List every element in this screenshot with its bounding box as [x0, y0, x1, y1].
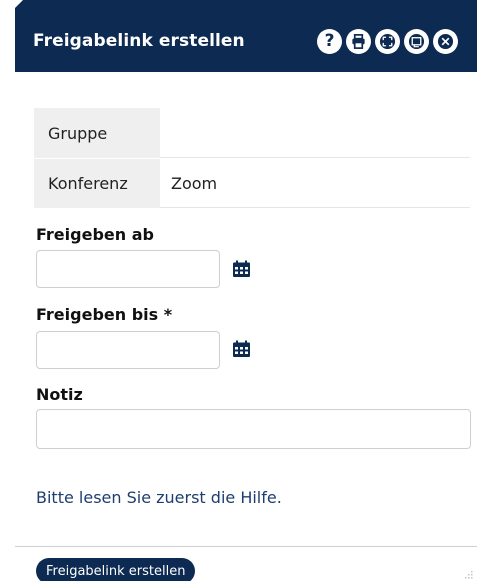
window-icon[interactable]: [404, 29, 429, 54]
note-label: Notiz: [36, 385, 83, 404]
until-date-input[interactable]: [36, 331, 220, 369]
info-label: Konferenz: [34, 159, 160, 208]
print-icon[interactable]: [346, 29, 371, 54]
window-icon-graphic: [408, 33, 425, 50]
help-icon[interactable]: ?: [317, 29, 342, 54]
titlebar-icons: ?: [317, 29, 458, 54]
dialog-title: Freigabelink erstellen: [33, 31, 245, 51]
calendar-icon[interactable]: [232, 260, 251, 278]
until-date-label: Freigeben bis *: [36, 305, 173, 324]
info-value: Zoom: [160, 159, 470, 208]
create-share-link-button[interactable]: Freigabelink erstellen: [36, 558, 196, 581]
info-value: [160, 108, 470, 158]
info-table: Gruppe Konferenz Zoom: [34, 108, 470, 208]
resize-grip-icon[interactable]: [462, 568, 474, 580]
from-date-input[interactable]: [36, 250, 220, 288]
fullscreen-icon[interactable]: [375, 29, 400, 54]
info-label: Gruppe: [34, 108, 160, 158]
info-row-gruppe: Gruppe: [34, 108, 470, 158]
titlebar-corner: [15, 0, 23, 8]
dialog-titlebar: Freigabelink erstellen ?: [15, 0, 477, 72]
help-glyph: ?: [324, 31, 335, 51]
print-icon-graphic: [352, 34, 365, 49]
calendar-icon[interactable]: [232, 340, 251, 358]
info-row-konferenz: Konferenz Zoom: [34, 158, 470, 208]
help-hint-link[interactable]: Bitte lesen Sie zuerst die Hilfe.: [36, 488, 282, 507]
fullscreen-icon-graphic: [379, 33, 396, 50]
note-input[interactable]: [36, 409, 471, 449]
close-icon[interactable]: [433, 29, 458, 54]
from-date-label: Freigeben ab: [36, 225, 154, 244]
close-icon-graphic: [437, 33, 454, 50]
